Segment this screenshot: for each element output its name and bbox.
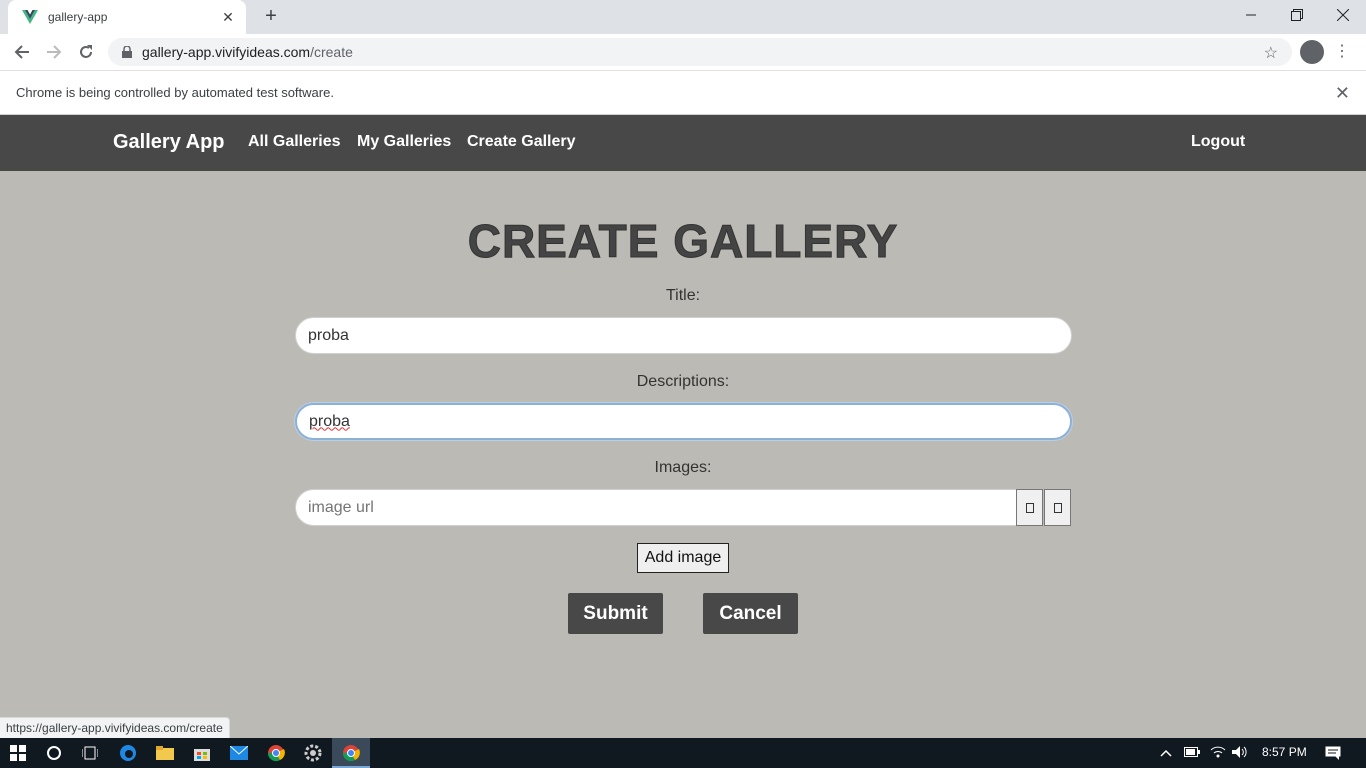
- submit-button[interactable]: Submit: [568, 593, 663, 634]
- title-input[interactable]: proba: [295, 317, 1072, 354]
- volume-icon[interactable]: [1232, 746, 1248, 761]
- back-icon[interactable]: [9, 39, 35, 65]
- browser-tabstrip: gallery-app ✕ +: [0, 0, 1366, 34]
- move-up-button[interactable]: [1016, 489, 1043, 526]
- add-image-button[interactable]: Add image: [637, 543, 729, 573]
- browser-toolbar: gallery-app.vivifyideas.com/create ☆: [0, 34, 1366, 70]
- status-bar-url: https://gallery-app.vivifyideas.com/crea…: [0, 717, 230, 739]
- infobar-message: Chrome is being controlled by automated …: [16, 85, 334, 100]
- page-title: CREATE GALLERY: [467, 215, 899, 268]
- task-view-icon[interactable]: [80, 743, 100, 763]
- nav-my-galleries[interactable]: My Galleries: [357, 133, 451, 151]
- tray-chevron-icon[interactable]: [1160, 746, 1172, 760]
- store-icon[interactable]: [192, 743, 212, 763]
- file-explorer-icon[interactable]: [155, 743, 175, 763]
- lock-icon: [120, 45, 134, 59]
- vue-logo-icon: [22, 9, 38, 25]
- windows-start-icon[interactable]: [8, 743, 28, 763]
- description-label: Descriptions:: [636, 373, 730, 390]
- app-navbar: Gallery App All Galleries My Galleries C…: [0, 115, 1366, 171]
- close-window-icon[interactable]: [1320, 0, 1366, 30]
- reload-icon[interactable]: [73, 39, 99, 65]
- nav-all-galleries[interactable]: All Galleries: [248, 133, 341, 151]
- battery-icon[interactable]: [1184, 746, 1200, 760]
- tab-title: gallery-app: [48, 10, 108, 24]
- automation-infobar: Chrome is being controlled by automated …: [0, 70, 1366, 115]
- notifications-icon[interactable]: [1325, 746, 1341, 763]
- move-down-button[interactable]: [1044, 489, 1071, 526]
- browser-menu-icon[interactable]: ⋮: [1334, 40, 1350, 64]
- url-text: gallery-app.vivifyideas.com/create: [142, 44, 353, 60]
- forward-icon[interactable]: [41, 39, 67, 65]
- mail-icon[interactable]: [229, 743, 249, 763]
- description-value: proba: [309, 412, 350, 430]
- nav-create-gallery[interactable]: Create Gallery: [467, 133, 576, 151]
- bookmark-star-icon[interactable]: ☆: [1264, 43, 1278, 63]
- cancel-button[interactable]: Cancel: [703, 593, 798, 634]
- chrome-active-icon[interactable]: [341, 743, 361, 763]
- search-icon[interactable]: [44, 743, 64, 763]
- description-input[interactable]: proba: [295, 403, 1072, 440]
- wifi-icon[interactable]: [1210, 746, 1226, 761]
- browser-tab[interactable]: gallery-app ✕: [8, 0, 246, 34]
- logout-link[interactable]: Logout: [1191, 133, 1245, 151]
- images-label: Images:: [654, 459, 712, 476]
- image-url-row: image url: [295, 489, 1072, 526]
- profile-avatar-icon[interactable]: [1300, 40, 1324, 64]
- title-label: Title:: [665, 287, 701, 304]
- image-url-input[interactable]: image url: [295, 489, 1017, 526]
- clock-time[interactable]: 8:57 PM: [1262, 745, 1307, 759]
- tab-close-icon[interactable]: ✕: [220, 9, 236, 26]
- infobar-close-icon[interactable]: ✕: [1335, 83, 1350, 104]
- edge-icon[interactable]: [118, 743, 138, 763]
- address-bar[interactable]: gallery-app.vivifyideas.com/create ☆: [108, 38, 1292, 66]
- brand-link[interactable]: Gallery App: [113, 131, 225, 154]
- new-tab-button[interactable]: +: [260, 6, 282, 28]
- windows-taskbar: 8:57 PM: [0, 738, 1366, 768]
- restore-icon[interactable]: [1274, 0, 1320, 30]
- minimize-icon[interactable]: [1228, 0, 1274, 30]
- chrome-icon[interactable]: [266, 743, 286, 763]
- settings-gear-icon[interactable]: [303, 743, 323, 763]
